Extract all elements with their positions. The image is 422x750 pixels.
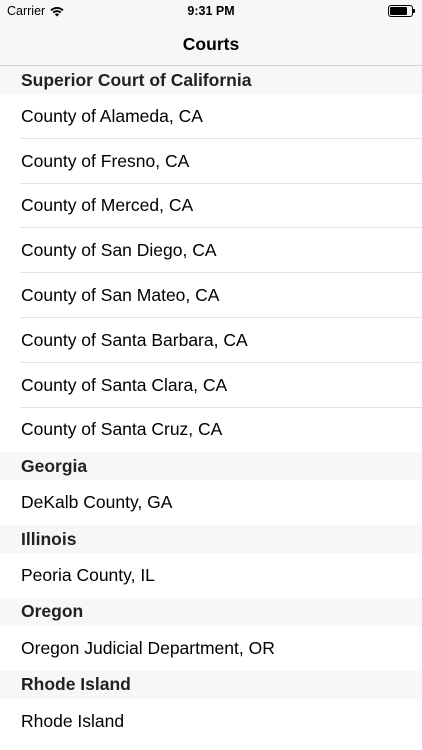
status-time: 9:31 PM: [187, 4, 235, 18]
court-list-item[interactable]: County of Santa Clara, CA: [0, 362, 422, 408]
court-list-item[interactable]: County of Merced, CA: [0, 183, 422, 229]
court-list-item[interactable]: County of Santa Barbara, CA: [0, 317, 422, 363]
navigation-bar: Courts: [0, 22, 422, 66]
court-list-item[interactable]: Peoria County, IL: [0, 553, 422, 598]
courts-table[interactable]: Superior Court of California County of Al…: [0, 66, 422, 750]
court-list-item[interactable]: County of Santa Cruz, CA: [0, 407, 422, 453]
court-list-item[interactable]: County of Alameda, CA: [0, 94, 422, 139]
court-list-item[interactable]: DeKalb County, GA: [0, 480, 422, 526]
court-list-item[interactable]: County of San Diego, CA: [0, 228, 422, 274]
section-header: Superior Court of California: [0, 66, 422, 94]
battery-icon: [388, 5, 415, 17]
section-header: Georgia: [0, 452, 422, 481]
section-header: Illinois: [0, 525, 422, 554]
court-list-item[interactable]: County of San Mateo, CA: [0, 273, 422, 318]
court-list-item[interactable]: Oregon Judicial Department, OR: [0, 625, 422, 671]
court-list-item[interactable]: Rhode Island: [0, 698, 422, 744]
page-title: Courts: [182, 34, 240, 54]
battery-fill: [390, 7, 407, 15]
status-bar: Carrier 9:31 PM: [0, 0, 422, 22]
court-list-item[interactable]: County of Fresno, CA: [0, 138, 422, 184]
section-header: Oregon: [0, 597, 422, 626]
section-header: Rhode Island: [0, 670, 422, 699]
